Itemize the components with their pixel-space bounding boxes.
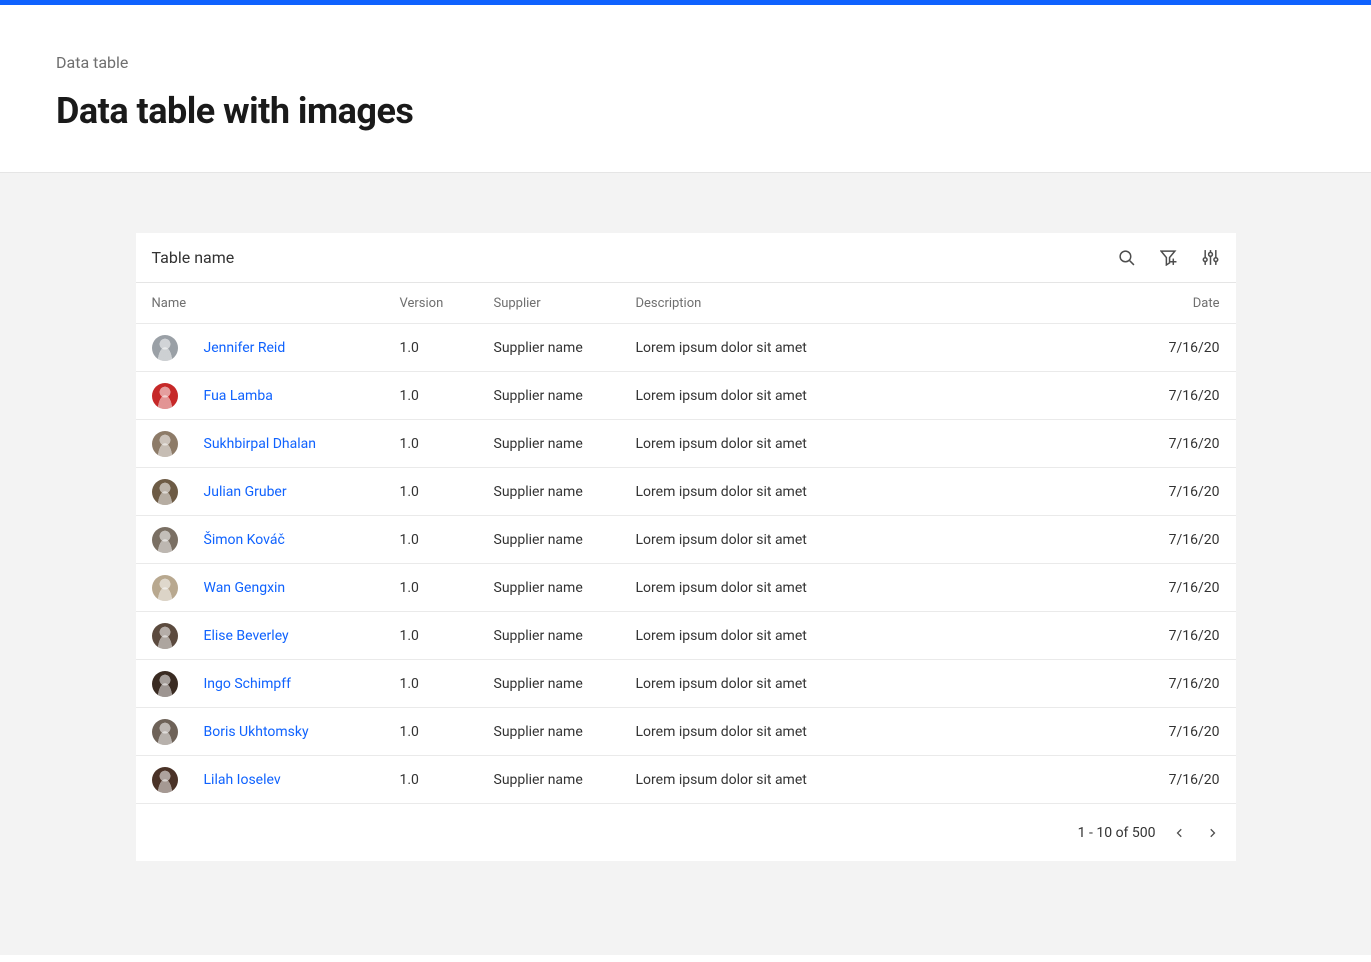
- cell-version: 1.0: [400, 580, 494, 596]
- avatar: [152, 335, 178, 361]
- cell-supplier: Supplier name: [494, 772, 636, 788]
- page-body: Table name: [0, 173, 1371, 955]
- cell-date: 7/16/20: [1130, 388, 1220, 404]
- table-row[interactable]: Lilah Ioselev 1.0Supplier nameLorem ipsum…: [136, 755, 1236, 803]
- cell-supplier: Supplier name: [494, 436, 636, 452]
- cell-description: Lorem ipsum dolor sit amet: [636, 676, 1130, 692]
- cell-version: 1.0: [400, 772, 494, 788]
- cell-version: 1.0: [400, 436, 494, 452]
- table-header-row: Name Version Supplier Description Date: [136, 283, 1236, 323]
- pagination-bar: 1 - 10 of 500: [136, 803, 1236, 861]
- pagination-range: 1 - 10 of 500: [1078, 825, 1156, 841]
- table-row[interactable]: Julian Gruber 1.0Supplier nameLorem ipsum…: [136, 467, 1236, 515]
- person-name-link[interactable]: Lilah Ioselev: [204, 772, 281, 788]
- cell-version: 1.0: [400, 532, 494, 548]
- cell-date: 7/16/20: [1130, 484, 1220, 500]
- page-title: Data table with images: [56, 90, 1315, 132]
- column-header-supplier[interactable]: Supplier: [494, 296, 636, 311]
- cell-description: Lorem ipsum dolor sit amet: [636, 340, 1130, 356]
- page-header: Data table Data table with images: [0, 5, 1371, 173]
- settings-sliders-icon[interactable]: [1202, 249, 1220, 267]
- column-header-date[interactable]: Date: [1130, 296, 1220, 311]
- filter-add-icon[interactable]: [1160, 249, 1178, 267]
- person-name-link[interactable]: Wan Gengxin: [204, 580, 286, 596]
- cell-description: Lorem ipsum dolor sit amet: [636, 436, 1130, 452]
- table-row[interactable]: Elise Beverley 1.0Supplier nameLorem ipsu…: [136, 611, 1236, 659]
- next-page-button[interactable]: [1204, 825, 1220, 841]
- avatar: [152, 383, 178, 409]
- cell-version: 1.0: [400, 484, 494, 500]
- cell-supplier: Supplier name: [494, 532, 636, 548]
- table-toolbar: Table name: [136, 233, 1236, 283]
- table-title: Table name: [152, 248, 235, 267]
- cell-supplier: Supplier name: [494, 724, 636, 740]
- avatar: [152, 767, 178, 793]
- cell-description: Lorem ipsum dolor sit amet: [636, 388, 1130, 404]
- person-name-link[interactable]: Elise Beverley: [204, 628, 289, 644]
- table-body: Jennifer Reid1.0Supplier nameLorem ipsum…: [136, 323, 1236, 803]
- person-name-link[interactable]: Ingo Schimpff: [204, 676, 292, 692]
- cell-supplier: Supplier name: [494, 580, 636, 596]
- cell-date: 7/16/20: [1130, 580, 1220, 596]
- cell-version: 1.0: [400, 388, 494, 404]
- table-row[interactable]: Wan Gengxin 1.0Supplier nameLorem ipsum d…: [136, 563, 1236, 611]
- person-name-link[interactable]: Šimon Kováč: [204, 532, 285, 548]
- cell-supplier: Supplier name: [494, 484, 636, 500]
- previous-page-button[interactable]: [1172, 825, 1188, 841]
- cell-version: 1.0: [400, 340, 494, 356]
- cell-version: 1.0: [400, 724, 494, 740]
- cell-date: 7/16/20: [1130, 340, 1220, 356]
- cell-description: Lorem ipsum dolor sit amet: [636, 628, 1130, 644]
- cell-supplier: Supplier name: [494, 388, 636, 404]
- avatar: [152, 623, 178, 649]
- search-icon[interactable]: [1118, 249, 1136, 267]
- cell-description: Lorem ipsum dolor sit amet: [636, 532, 1130, 548]
- cell-description: Lorem ipsum dolor sit amet: [636, 772, 1130, 788]
- table-row[interactable]: Boris Ukhtomsky 1.0Supplier nameLorem ips…: [136, 707, 1236, 755]
- cell-description: Lorem ipsum dolor sit amet: [636, 484, 1130, 500]
- avatar: [152, 527, 178, 553]
- column-header-description[interactable]: Description: [636, 296, 1130, 311]
- cell-version: 1.0: [400, 628, 494, 644]
- column-header-version[interactable]: Version: [400, 296, 494, 311]
- table-row[interactable]: Ingo Schimpff 1.0Supplier nameLorem ipsum…: [136, 659, 1236, 707]
- table-row[interactable]: Fua Lamba 1.0Supplier nameLorem ipsum dol…: [136, 371, 1236, 419]
- person-name-link[interactable]: Boris Ukhtomsky: [204, 724, 309, 740]
- table-row[interactable]: Šimon Kováč 1.0Supplier nameLorem ipsum d…: [136, 515, 1236, 563]
- avatar: [152, 719, 178, 745]
- cell-supplier: Supplier name: [494, 340, 636, 356]
- table-row[interactable]: Jennifer Reid 1.0Supplier nameLorem ipsum…: [136, 323, 1236, 371]
- cell-date: 7/16/20: [1130, 532, 1220, 548]
- toolbar-actions: [1118, 249, 1220, 267]
- avatar: [152, 431, 178, 457]
- cell-date: 7/16/20: [1130, 628, 1220, 644]
- avatar: [152, 479, 178, 505]
- column-header-name[interactable]: Name: [152, 296, 400, 311]
- cell-description: Lorem ipsum dolor sit amet: [636, 724, 1130, 740]
- cell-date: 7/16/20: [1130, 676, 1220, 692]
- breadcrumb[interactable]: Data table: [56, 53, 1315, 72]
- person-name-link[interactable]: Jennifer Reid: [204, 340, 286, 356]
- cell-date: 7/16/20: [1130, 724, 1220, 740]
- person-name-link[interactable]: Julian Gruber: [204, 484, 287, 500]
- table-row[interactable]: Sukhbirpal Dhalan 1.0Supplier nameLorem i…: [136, 419, 1236, 467]
- cell-supplier: Supplier name: [494, 676, 636, 692]
- person-name-link[interactable]: Fua Lamba: [204, 388, 273, 404]
- cell-description: Lorem ipsum dolor sit amet: [636, 580, 1130, 596]
- data-table: Table name: [136, 233, 1236, 861]
- cell-date: 7/16/20: [1130, 772, 1220, 788]
- cell-supplier: Supplier name: [494, 628, 636, 644]
- avatar: [152, 575, 178, 601]
- cell-date: 7/16/20: [1130, 436, 1220, 452]
- person-name-link[interactable]: Sukhbirpal Dhalan: [204, 436, 316, 452]
- cell-version: 1.0: [400, 676, 494, 692]
- avatar: [152, 671, 178, 697]
